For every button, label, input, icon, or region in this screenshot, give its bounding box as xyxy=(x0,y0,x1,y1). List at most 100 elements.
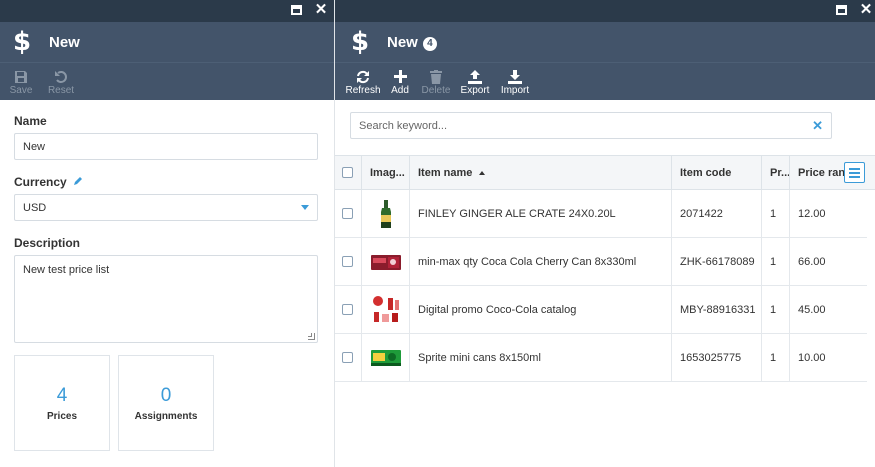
blade-title: New 4 xyxy=(387,34,437,51)
column-header-item-name[interactable]: Item name xyxy=(409,156,671,189)
item-code: 1653025775 xyxy=(671,334,761,381)
row-checkbox[interactable] xyxy=(335,286,361,333)
item-price: 66.00 xyxy=(789,238,867,285)
description-label: Description xyxy=(14,236,81,250)
column-header-image[interactable]: Imag... xyxy=(361,156,409,189)
widget-area: 4 Prices 0 Assignments xyxy=(14,355,320,451)
save-icon xyxy=(14,68,28,85)
refresh-label: Refresh xyxy=(345,85,381,96)
price-list-form: Name New Currency USD Description New te… xyxy=(0,100,334,451)
reset-button[interactable]: Reset xyxy=(44,68,78,96)
table-row[interactable]: FINLEY GINGER ALE CRATE 24X0.20L 2071422… xyxy=(335,190,867,238)
dollar-icon: $ xyxy=(12,27,32,57)
chevron-down-icon[interactable] xyxy=(301,205,309,210)
assignments-widget-label: Assignments xyxy=(134,410,198,422)
item-price: 45.00 xyxy=(789,286,867,333)
column-header-item-name-label: Item name xyxy=(418,166,473,179)
prices-grid: Imag... Item name Item code Pr... Price … xyxy=(335,155,875,382)
item-pr: 1 xyxy=(761,238,789,285)
blade-header: $ New 4 xyxy=(335,22,875,62)
price-list-details-blade: ✕ $ New Save Reset Name New Currency USD… xyxy=(0,0,335,467)
item-thumbnail xyxy=(361,286,409,333)
add-button[interactable]: Add xyxy=(387,68,413,96)
refresh-icon xyxy=(356,68,370,85)
description-value: New test price list xyxy=(23,264,110,276)
assignments-widget[interactable]: 0 Assignments xyxy=(118,355,214,451)
add-label: Add xyxy=(391,85,409,96)
blade-title-text: New xyxy=(387,33,418,51)
description-field[interactable]: New test price list xyxy=(14,255,318,343)
row-checkbox[interactable] xyxy=(335,190,361,237)
close-icon[interactable]: ✕ xyxy=(314,2,328,17)
currency-label: Currency xyxy=(14,175,320,189)
item-price: 12.00 xyxy=(789,190,867,237)
column-header-item-code[interactable]: Item code xyxy=(671,156,761,189)
blade-toolbar: Save Reset xyxy=(0,62,334,100)
currency-select[interactable]: USD xyxy=(14,194,318,221)
currency-value: USD xyxy=(23,201,47,214)
delete-label: Delete xyxy=(421,85,451,96)
item-code: 2071422 xyxy=(671,190,761,237)
reset-label: Reset xyxy=(47,85,75,96)
item-thumbnail xyxy=(361,190,409,237)
grid-header: Imag... Item name Item code Pr... Price … xyxy=(335,155,875,190)
export-button[interactable]: Export xyxy=(460,68,490,96)
download-icon xyxy=(508,68,522,85)
checkbox-icon xyxy=(342,352,353,363)
name-field[interactable]: New xyxy=(14,133,318,160)
item-name: Sprite mini cans 8x150ml xyxy=(409,334,671,381)
plus-icon xyxy=(393,68,407,85)
item-name: Digital promo Coco-Cola catalog xyxy=(409,286,671,333)
currency-label-text: Currency xyxy=(14,175,67,189)
item-name: min-max qty Coca Cola Cherry Can 8x330ml xyxy=(409,238,671,285)
select-all-checkbox[interactable] xyxy=(335,156,361,189)
sprite-pack-image xyxy=(371,349,401,366)
checkbox-icon xyxy=(342,256,353,267)
prices-widget[interactable]: 4 Prices xyxy=(14,355,110,451)
refresh-button[interactable]: Refresh xyxy=(345,68,381,96)
item-thumbnail xyxy=(361,334,409,381)
item-code: ZHK-66178089 xyxy=(671,238,761,285)
blade-toolbar: Refresh Add Delete Export Import xyxy=(335,62,875,100)
column-menu-icon[interactable] xyxy=(844,162,865,183)
import-button[interactable]: Import xyxy=(500,68,530,96)
upload-icon xyxy=(468,68,482,85)
trash-icon xyxy=(430,68,442,85)
table-row[interactable]: Digital promo Coco-Cola catalog MBY-8891… xyxy=(335,286,867,334)
bottle-image xyxy=(381,199,391,228)
prices-widget-label: Prices xyxy=(46,410,78,422)
item-pr: 1 xyxy=(761,190,789,237)
search-area: Search keyword... ✕ xyxy=(335,100,875,139)
item-name: FINLEY GINGER ALE CRATE 24X0.20L xyxy=(409,190,671,237)
blade-titlebar: ✕ xyxy=(0,0,334,22)
pencil-icon[interactable] xyxy=(73,175,83,189)
row-checkbox[interactable] xyxy=(335,334,361,381)
cans-pack-image xyxy=(371,254,401,270)
count-badge: 4 xyxy=(422,36,437,51)
item-pr: 1 xyxy=(761,286,789,333)
blade-header: $ New xyxy=(0,22,334,62)
maximize-icon[interactable] xyxy=(836,5,847,15)
search-input[interactable]: Search keyword... ✕ xyxy=(350,112,832,139)
catalog-image xyxy=(373,295,399,322)
blade-title: New xyxy=(49,33,80,51)
undo-icon xyxy=(54,68,68,85)
export-label: Export xyxy=(460,85,490,96)
checkbox-icon xyxy=(342,304,353,315)
maximize-icon[interactable] xyxy=(291,5,302,15)
prices-count: 4 xyxy=(56,384,68,406)
close-icon[interactable]: ✕ xyxy=(859,2,873,17)
item-pr: 1 xyxy=(761,334,789,381)
row-checkbox[interactable] xyxy=(335,238,361,285)
delete-button[interactable]: Delete xyxy=(421,68,451,96)
item-price: 10.00 xyxy=(789,334,867,381)
table-row[interactable]: min-max qty Coca Cola Cherry Can 8x330ml… xyxy=(335,238,867,286)
prices-blade: ✕ $ New 4 Refresh Add Delete Export Impo… xyxy=(335,0,875,467)
checkbox-icon xyxy=(342,208,353,219)
resize-handle-icon[interactable] xyxy=(308,333,315,340)
clear-search-icon[interactable]: ✕ xyxy=(812,118,823,134)
save-button[interactable]: Save xyxy=(6,68,36,96)
table-row[interactable]: Sprite mini cans 8x150ml 1653025775 1 10… xyxy=(335,334,867,382)
sort-ascending-icon xyxy=(479,170,486,175)
column-header-pr[interactable]: Pr... xyxy=(761,156,789,189)
